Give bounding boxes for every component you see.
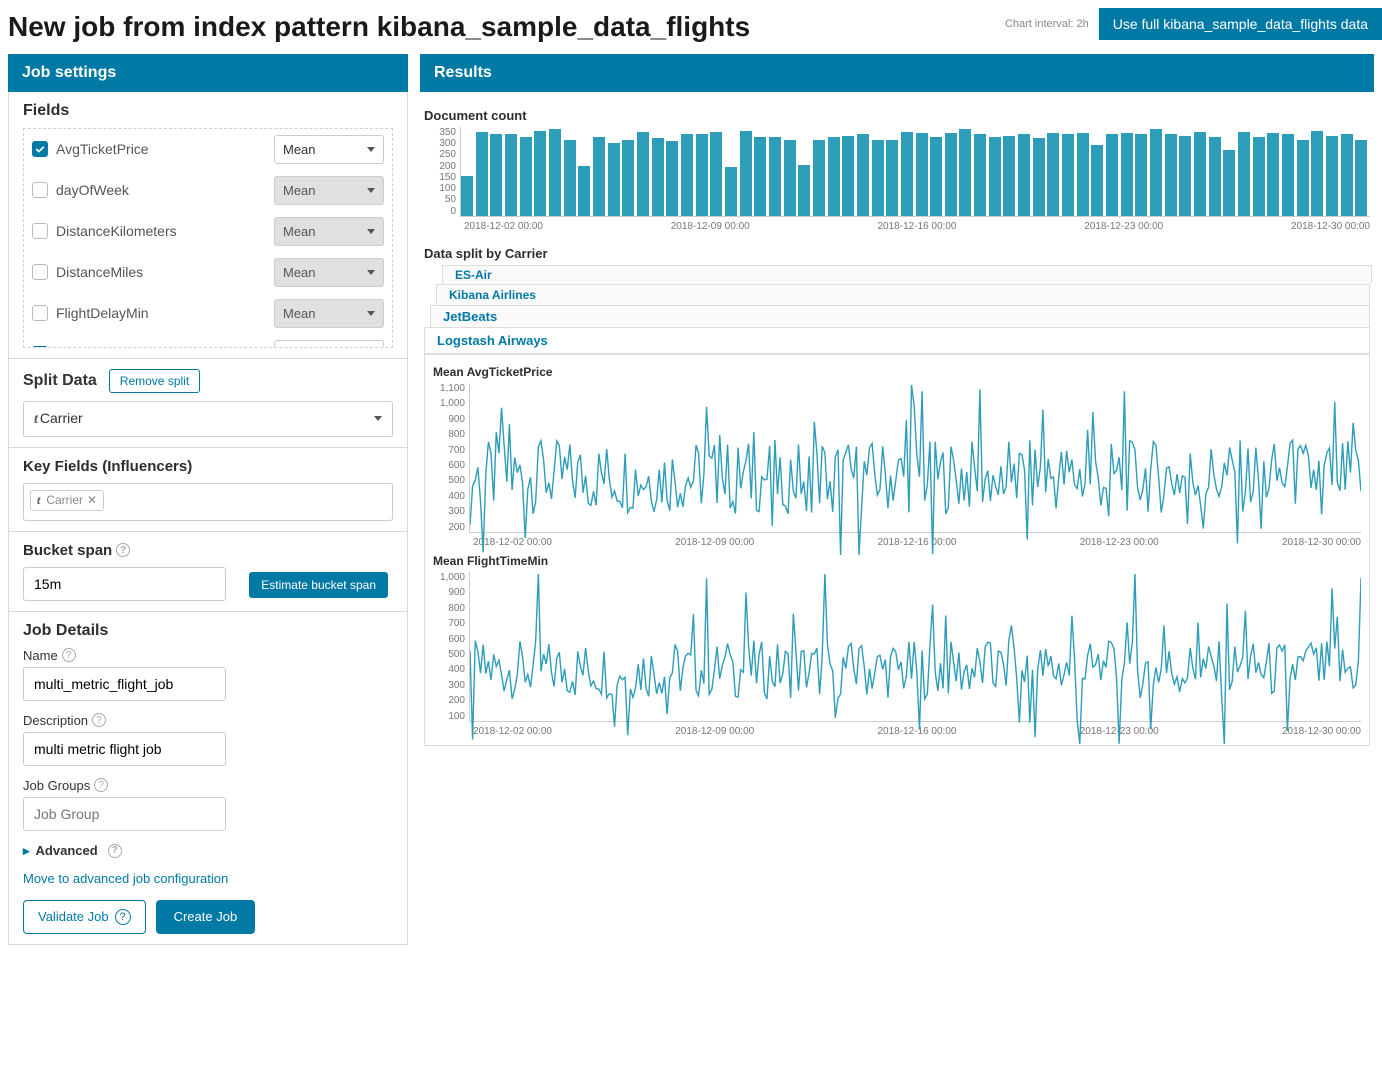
field-row: dayOfWeek Mean — [24, 170, 392, 211]
help-icon: ? — [115, 909, 131, 925]
help-icon[interactable]: ? — [108, 844, 122, 858]
aggregation-select[interactable]: Mean — [274, 299, 384, 328]
job-groups-input[interactable] — [23, 797, 226, 831]
bucket-span-title: Bucket span — [23, 542, 112, 559]
create-job-button[interactable]: Create Job — [156, 900, 256, 934]
aggregation-select[interactable]: Mean — [274, 258, 384, 287]
help-icon[interactable]: ? — [94, 778, 108, 792]
field-label: DistanceKilometers — [56, 223, 266, 239]
advanced-toggle[interactable]: ▸ Advanced ? — [23, 843, 393, 859]
use-full-data-button[interactable]: Use full kibana_sample_data_flights data — [1099, 8, 1382, 40]
field-label: FlightDelayMin — [56, 305, 266, 321]
page-title: New job from index pattern kibana_sample… — [8, 8, 750, 46]
fields-title: Fields — [23, 102, 393, 120]
chart-interval-label: Chart interval: 2h — [1005, 18, 1089, 30]
results-header: Results — [420, 54, 1374, 92]
field-checkbox[interactable] — [32, 346, 48, 348]
chart1-title: Mean AvgTicketPrice — [433, 365, 1361, 379]
field-row: DistanceMiles Mean — [24, 252, 392, 293]
remove-split-button[interactable]: Remove split — [109, 369, 200, 393]
split-data-title: Split Data — [23, 372, 97, 390]
carrier-tab[interactable]: Kibana Airlines — [436, 284, 1370, 305]
aggregation-select[interactable]: Mean — [274, 340, 384, 348]
doc-count-chart — [460, 127, 1370, 217]
remove-tag-icon[interactable]: ✕ — [87, 493, 97, 507]
job-groups-label: Job Groups — [23, 778, 90, 793]
field-checkbox[interactable] — [32, 182, 48, 198]
field-row: DistanceKilometers Mean — [24, 211, 392, 252]
field-checkbox[interactable] — [32, 223, 48, 239]
aggregation-select[interactable]: Mean — [274, 217, 384, 246]
doc-count-title: Document count — [424, 108, 1370, 123]
job-details-title: Job Details — [23, 622, 393, 640]
field-row: FlightDelayMin Mean — [24, 293, 392, 334]
split-field-select[interactable]: tCarrier — [23, 401, 393, 437]
carrier-tab[interactable]: JetBeats — [430, 305, 1370, 327]
avg-ticket-price-chart — [469, 383, 1361, 533]
validate-job-button[interactable]: Validate Job ? — [23, 900, 146, 934]
flight-time-min-chart — [469, 572, 1361, 722]
field-checkbox[interactable] — [32, 264, 48, 280]
field-label: dayOfWeek — [56, 182, 266, 198]
influencer-tag-label: Carrier — [46, 493, 83, 507]
key-fields-input[interactable]: tCarrier ✕ — [23, 483, 393, 521]
help-icon[interactable]: ? — [62, 648, 76, 662]
job-settings-header: Job settings — [8, 54, 408, 92]
move-to-advanced-link[interactable]: Move to advanced job configuration — [23, 871, 228, 886]
field-row: AvgTicketPrice Mean — [24, 129, 392, 170]
bucket-span-input[interactable] — [23, 567, 226, 601]
description-label: Description — [23, 713, 88, 728]
aggregation-select[interactable]: Mean — [274, 135, 384, 164]
field-label: FlightTimeMin — [56, 346, 266, 348]
carrier-tab[interactable]: Logstash Airways — [424, 327, 1370, 354]
job-name-input[interactable] — [23, 667, 226, 701]
fields-list[interactable]: AvgTicketPriceMeandayOfWeekMeanDistanceK… — [23, 128, 393, 348]
field-checkbox[interactable] — [32, 305, 48, 321]
aggregation-select[interactable]: Mean — [274, 176, 384, 205]
help-icon[interactable]: ? — [116, 543, 130, 557]
split-by-title: Data split by Carrier — [424, 246, 1370, 261]
validate-job-label: Validate Job — [38, 909, 109, 924]
chevron-down-icon — [374, 416, 382, 421]
split-field-value: Carrier — [40, 410, 83, 426]
key-fields-title: Key Fields (Influencers) — [23, 458, 393, 475]
help-icon[interactable]: ? — [92, 713, 106, 727]
carrier-tab[interactable]: ES-Air — [442, 265, 1372, 284]
field-row: FlightTimeMin Mean — [24, 334, 392, 348]
field-checkbox[interactable] — [32, 141, 48, 157]
name-label: Name — [23, 648, 58, 663]
job-description-input[interactable] — [23, 732, 226, 766]
influencer-tag[interactable]: tCarrier ✕ — [30, 490, 104, 511]
estimate-bucket-span-button[interactable]: Estimate bucket span — [249, 572, 388, 598]
advanced-label: Advanced — [36, 843, 98, 858]
field-label: DistanceMiles — [56, 264, 266, 280]
field-label: AvgTicketPrice — [56, 141, 266, 157]
